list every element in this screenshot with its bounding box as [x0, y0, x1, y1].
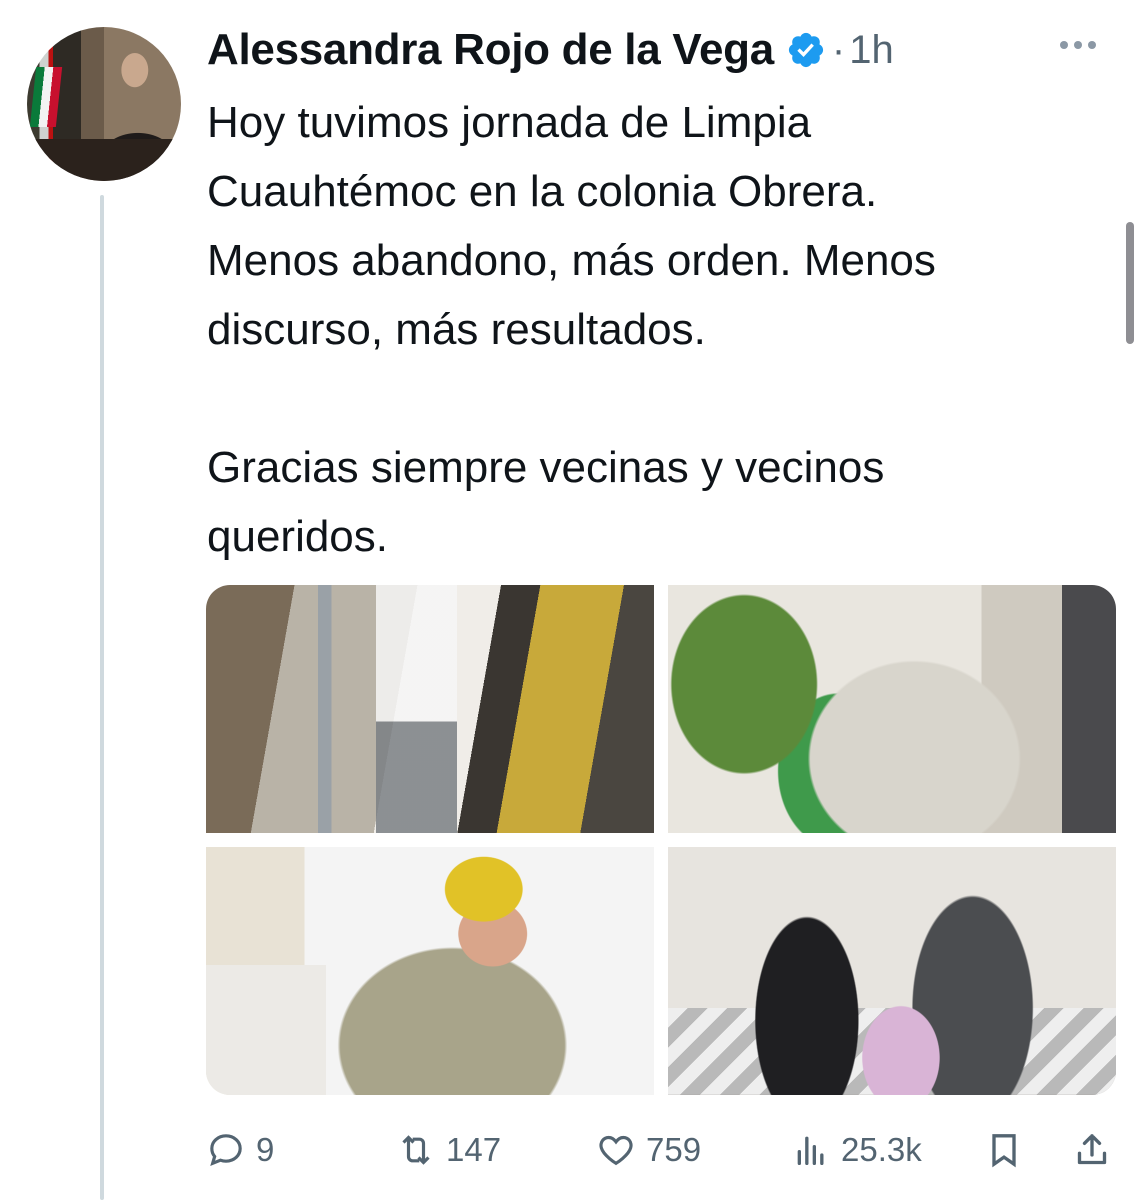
views-icon	[797, 1136, 824, 1165]
scrollbar[interactable]	[1126, 222, 1134, 344]
action-bar: 9 147 759 25.3k	[206, 1122, 1116, 1178]
author-name[interactable]: Alessandra Rojo de la Vega	[207, 25, 774, 75]
tweet-text: Hoy tuvimos jornada de Limpia Cuauhtémoc…	[207, 98, 936, 561]
photo-3[interactable]	[206, 847, 654, 1095]
avatar-flag	[29, 67, 63, 127]
views-count: 25.3k	[841, 1131, 922, 1168]
repost-icon	[402, 1135, 430, 1165]
thread-line	[100, 195, 104, 1200]
photo-2[interactable]	[668, 585, 1116, 833]
tweet-header: Alessandra Rojo de la Vega · 1h	[207, 22, 894, 78]
more-options-icon[interactable]	[1060, 30, 1110, 60]
tweet-time[interactable]: 1h	[849, 28, 894, 73]
reply-icon	[210, 1134, 242, 1167]
photo-4[interactable]	[668, 847, 1116, 1095]
bookmark-button[interactable]	[984, 1122, 1024, 1178]
verified-badge-icon	[788, 32, 823, 68]
heart-icon	[599, 1135, 633, 1166]
photo-1[interactable]	[206, 585, 654, 833]
like-count: 759	[646, 1131, 702, 1168]
author-avatar[interactable]	[27, 27, 181, 181]
media-grid	[206, 585, 1116, 1095]
reply-count: 9	[256, 1131, 275, 1168]
share-button[interactable]	[1072, 1122, 1112, 1178]
separator-dot: ·	[831, 27, 846, 72]
share-icon	[1077, 1134, 1107, 1165]
bookmark-icon	[992, 1134, 1016, 1168]
repost-button[interactable]: 147	[396, 1122, 501, 1178]
reply-button[interactable]: 9	[206, 1122, 274, 1178]
like-button[interactable]: 759	[596, 1122, 701, 1178]
avatar-desk	[27, 139, 181, 181]
repost-count: 147	[446, 1131, 502, 1168]
views-button[interactable]: 25.3k	[791, 1122, 922, 1178]
